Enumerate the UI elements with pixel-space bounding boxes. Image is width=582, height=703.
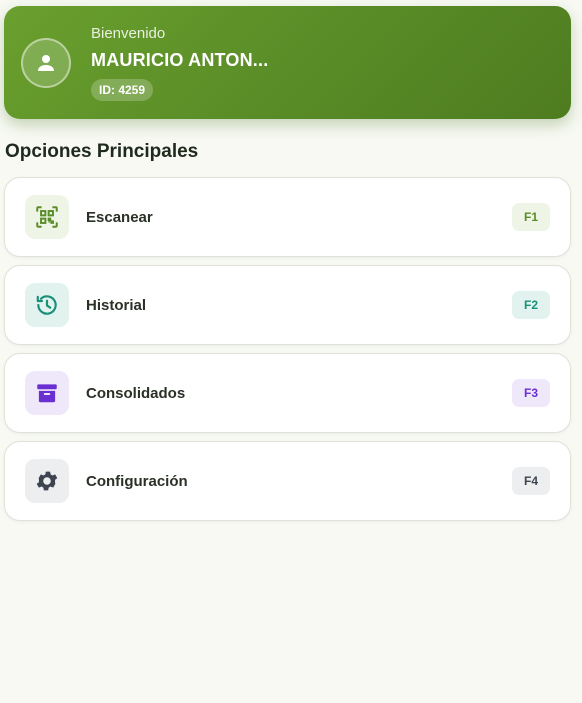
menu-label: Configuración (86, 472, 188, 490)
user-name: MAURICIO ANTON... (91, 50, 269, 70)
section-title: Opciones Principales (5, 141, 199, 162)
history-icon (36, 295, 57, 315)
user-avatar (21, 38, 71, 88)
welcome-text: Bienvenido (91, 25, 166, 42)
menu-label: Consolidados (86, 384, 186, 402)
welcome-header: Bienvenido MAURICIO ANTON... ID: 4259 (4, 6, 571, 119)
menu-icon-box (25, 195, 69, 239)
menu-icon-box (25, 371, 69, 415)
menu-item-consolidados[interactable]: Consolidados F3 (4, 353, 571, 433)
menu-icon-box (25, 459, 69, 503)
shortcut-badge-f4: F4 (512, 467, 550, 495)
shortcut-badge-f3: F3 (512, 379, 550, 407)
user-id-badge: ID: 4259 (91, 79, 154, 101)
menu-item-historial[interactable]: Historial F2 (4, 265, 571, 345)
shortcut-badge-f1: F1 (512, 203, 550, 231)
menu-item-configuracion[interactable]: Configuración F4 (4, 441, 571, 521)
gear-icon (36, 471, 58, 491)
menu-label: Escanear (86, 208, 153, 226)
menu-label: Historial (86, 296, 147, 314)
qr-scan-icon (36, 206, 58, 228)
user-icon (38, 55, 54, 71)
menu-icon-box (25, 283, 69, 327)
archive-icon (37, 384, 57, 403)
menu-item-escanear[interactable]: Escanear F1 (4, 177, 571, 257)
shortcut-badge-f2: F2 (512, 291, 550, 319)
